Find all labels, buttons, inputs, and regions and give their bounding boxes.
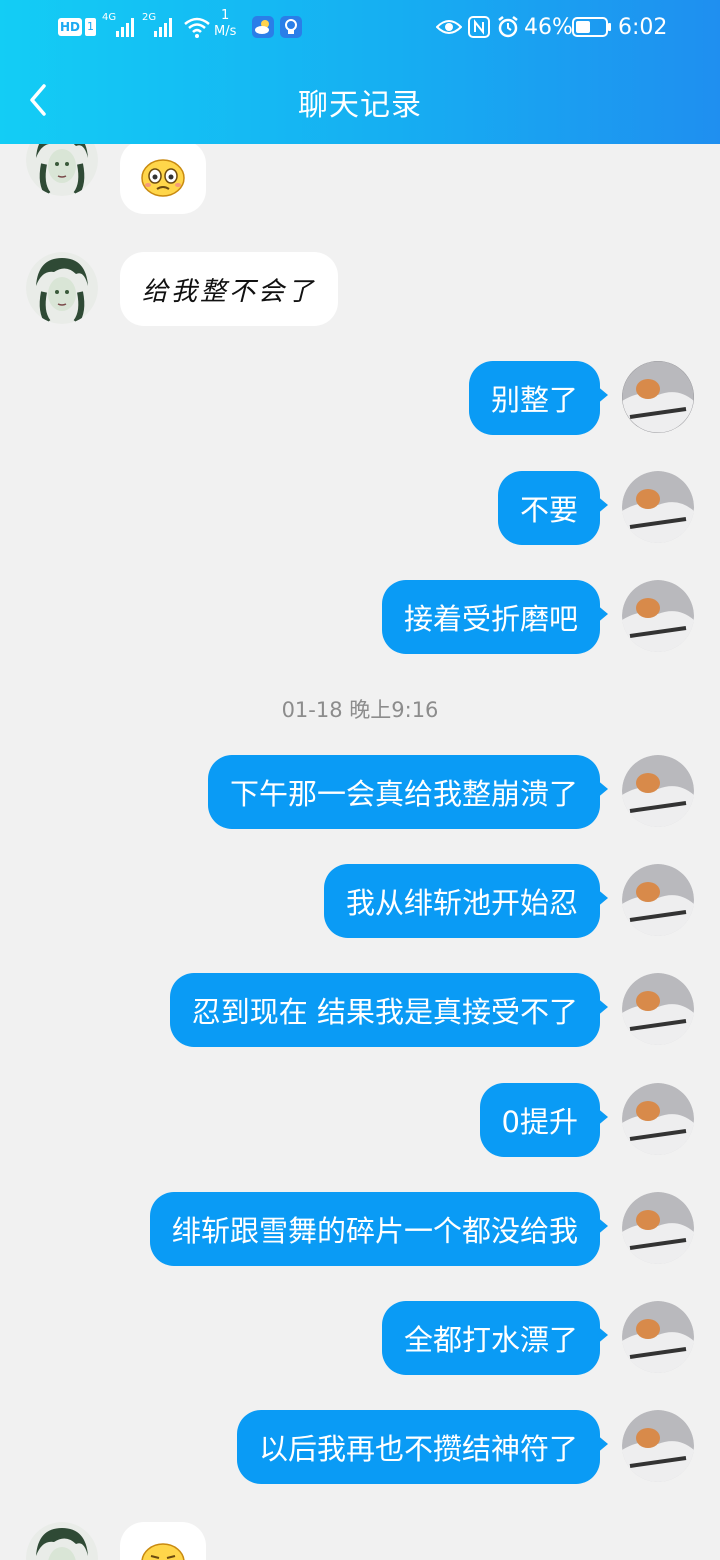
signal-2g-icon: 2G bbox=[142, 12, 176, 42]
message-row-me: 不要 bbox=[0, 471, 720, 545]
hd-label: HD bbox=[58, 18, 83, 36]
message-row-me: 绯斩跟雪舞的碎片一个都没给我 bbox=[0, 1192, 720, 1266]
smirk-emoji-icon bbox=[141, 1543, 185, 1560]
weather-icon bbox=[252, 12, 274, 42]
my-avatar[interactable] bbox=[622, 755, 694, 827]
chat-history[interactable]: 给我整不会了 别整了 不要 接着受折磨吧 01-18 晚上9:16 下午那一会真… bbox=[0, 144, 720, 1560]
message-bubble[interactable]: 给我整不会了 bbox=[120, 252, 339, 326]
my-avatar[interactable] bbox=[622, 1410, 694, 1482]
message-row-me: 下午那一会真给我整崩溃了 bbox=[0, 755, 720, 829]
status-bar: HD 1 4G 2G 1 M/s 46% 6:02 bbox=[0, 0, 720, 55]
my-avatar[interactable] bbox=[622, 864, 694, 936]
my-avatar[interactable] bbox=[622, 580, 694, 652]
eye-icon bbox=[436, 12, 462, 42]
message-row-me: 我从绯斩池开始忍 bbox=[0, 864, 720, 938]
network-2g-label: 2G bbox=[142, 12, 157, 23]
my-avatar[interactable] bbox=[622, 471, 694, 543]
message-row-me: 0提升 bbox=[0, 1083, 720, 1157]
clock-time: 6:02 bbox=[618, 14, 668, 40]
emoji-bubble[interactable] bbox=[120, 1522, 206, 1560]
message-row-me: 忍到现在 结果我是真接受不了 bbox=[0, 973, 720, 1047]
app-header: HD 1 4G 2G 1 M/s 46% 6:02 聊天记录 bbox=[0, 0, 720, 144]
signal-4g-icon: 4G bbox=[102, 12, 138, 42]
nfc-icon bbox=[468, 12, 490, 42]
alarm-icon bbox=[496, 12, 520, 42]
message-row-me: 接着受折磨吧 bbox=[0, 580, 720, 654]
bulb-icon bbox=[280, 12, 302, 42]
message-bubble[interactable]: 以后我再也不攒结神符了 bbox=[236, 1410, 609, 1484]
battery-icon bbox=[572, 12, 612, 42]
message-bubble[interactable]: 接着受折磨吧 bbox=[381, 580, 609, 654]
speed-value: 1 bbox=[221, 8, 230, 23]
message-bubble[interactable]: 全都打水漂了 bbox=[381, 1301, 609, 1375]
message-row-other bbox=[0, 1522, 720, 1560]
message-bubble[interactable]: 忍到现在 结果我是真接受不了 bbox=[169, 973, 609, 1047]
message-bubble[interactable]: 我从绯斩池开始忍 bbox=[323, 864, 609, 938]
message-row-other: 给我整不会了 bbox=[0, 252, 720, 326]
battery-percent: 46% bbox=[524, 14, 573, 40]
chat-timestamp: 01-18 晚上9:16 bbox=[281, 698, 439, 722]
emoji-bubble[interactable] bbox=[120, 144, 206, 214]
message-row-me: 别整了 bbox=[0, 361, 720, 435]
message-row-me: 全都打水漂了 bbox=[0, 1301, 720, 1375]
embarrassed-emoji-icon bbox=[141, 159, 185, 197]
message-bubble[interactable]: 0提升 bbox=[479, 1083, 609, 1157]
my-avatar[interactable] bbox=[622, 1301, 694, 1373]
my-avatar[interactable] bbox=[622, 361, 694, 433]
message-row-me: 以后我再也不攒结神符了 bbox=[0, 1410, 720, 1484]
contact-avatar[interactable] bbox=[26, 1522, 98, 1560]
contact-avatar[interactable] bbox=[26, 144, 98, 196]
wifi-icon bbox=[182, 12, 212, 42]
my-avatar[interactable] bbox=[622, 1083, 694, 1155]
message-bubble[interactable]: 下午那一会真给我整崩溃了 bbox=[207, 755, 609, 829]
message-bubble[interactable]: 别整了 bbox=[468, 361, 609, 435]
network-speed: 1 M/s bbox=[214, 8, 237, 39]
speed-unit: M/s bbox=[214, 24, 237, 39]
contact-avatar[interactable] bbox=[26, 252, 98, 324]
network-4g-label: 4G bbox=[102, 12, 117, 23]
my-avatar[interactable] bbox=[622, 1192, 694, 1264]
message-bubble[interactable]: 不要 bbox=[497, 471, 609, 545]
message-bubble[interactable]: 绯斩跟雪舞的碎片一个都没给我 bbox=[149, 1192, 609, 1266]
message-row-other bbox=[0, 144, 720, 216]
my-avatar[interactable] bbox=[622, 973, 694, 1045]
page-title: 聊天记录 bbox=[298, 88, 422, 123]
hd-badge: HD 1 bbox=[58, 18, 97, 36]
